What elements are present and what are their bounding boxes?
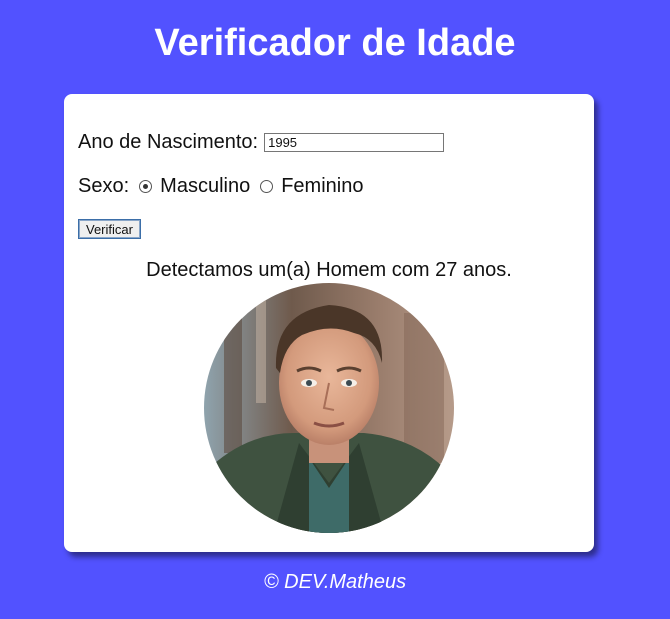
sex-label: Sexo: [78, 174, 130, 197]
birth-year-label: Ano de Nascimento: [78, 130, 259, 153]
birth-year-row: Ano de Nascimento: [78, 130, 445, 154]
radio-masculino[interactable] [139, 179, 153, 193]
verify-button[interactable]: Verificar [78, 219, 141, 239]
radio-feminino[interactable] [260, 179, 274, 193]
page-header: Verificador de Idade [0, 18, 670, 68]
man-portrait-image [204, 283, 454, 533]
footer-credit: © DEV.Matheus [263, 571, 407, 593]
birth-year-input[interactable] [264, 132, 445, 152]
result-photo [204, 283, 454, 533]
verifier-card: Ano de Nascimento: Sexo: Masculino Femin… [64, 94, 594, 552]
page-title: Verificador de Idade [154, 22, 516, 64]
option-feminino-label[interactable]: Feminino [281, 175, 363, 198]
sex-row: Sexo: Masculino Feminino [78, 174, 363, 198]
option-masculino-label[interactable]: Masculino [160, 175, 250, 198]
result-text: Detectamos um(a) Homem com 27 anos. [146, 259, 512, 281]
